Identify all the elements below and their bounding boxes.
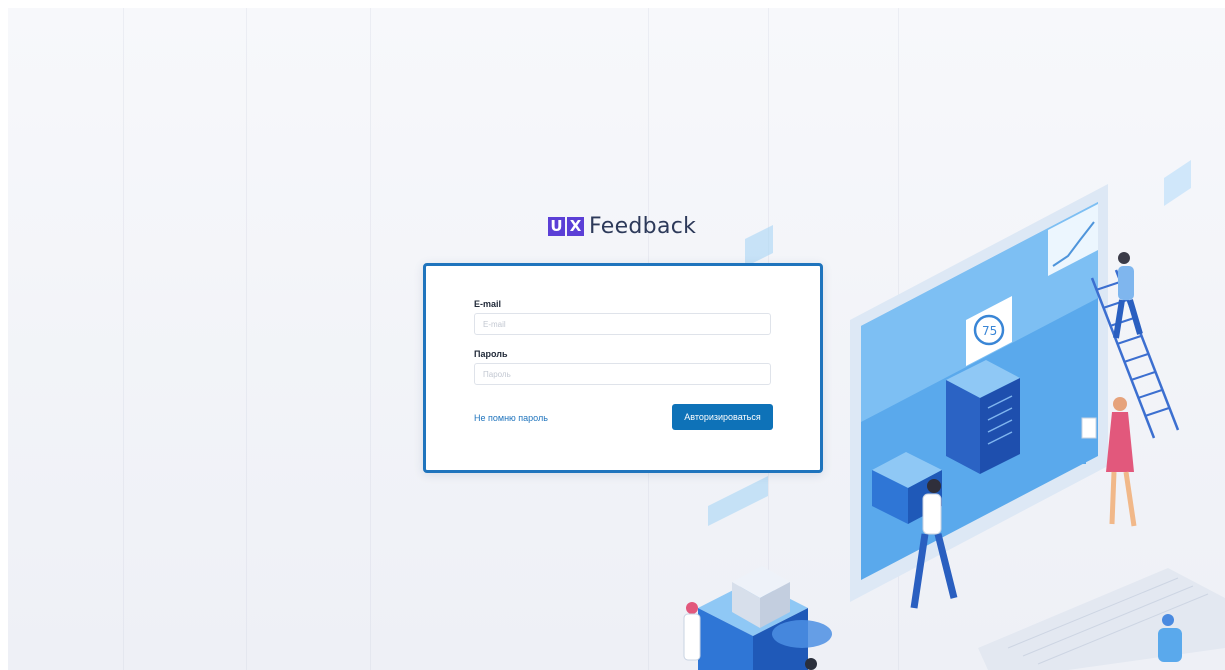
counter-value: 75 xyxy=(982,324,997,338)
floating-panel xyxy=(745,225,773,267)
worker-head xyxy=(927,479,941,493)
logo-letter-x: X xyxy=(567,216,584,236)
forgot-password-link[interactable]: Не помню пароль xyxy=(474,413,548,423)
floating-panel xyxy=(1164,160,1191,206)
login-submit-button[interactable]: Авторизироваться xyxy=(672,404,773,430)
climber-body xyxy=(1118,266,1134,300)
logo: U X Feedback xyxy=(548,213,697,239)
worker-body xyxy=(922,493,942,535)
floating-panel xyxy=(708,476,768,526)
woman-dress xyxy=(1106,412,1134,472)
climber-head xyxy=(1118,252,1130,264)
password-field[interactable] xyxy=(474,363,771,385)
phone xyxy=(1076,448,1086,464)
logo-letter-u: U xyxy=(548,216,565,236)
woman-head xyxy=(1113,397,1127,411)
email-label: E-mail xyxy=(474,299,502,309)
login-card: E-mail Пароль Не помню пароль Авторизиро… xyxy=(423,263,823,473)
email-field[interactable] xyxy=(474,313,771,335)
logo-wordmark: Feedback xyxy=(589,213,697,239)
password-label: Пароль xyxy=(474,349,508,359)
paper-sheet xyxy=(1081,417,1097,439)
